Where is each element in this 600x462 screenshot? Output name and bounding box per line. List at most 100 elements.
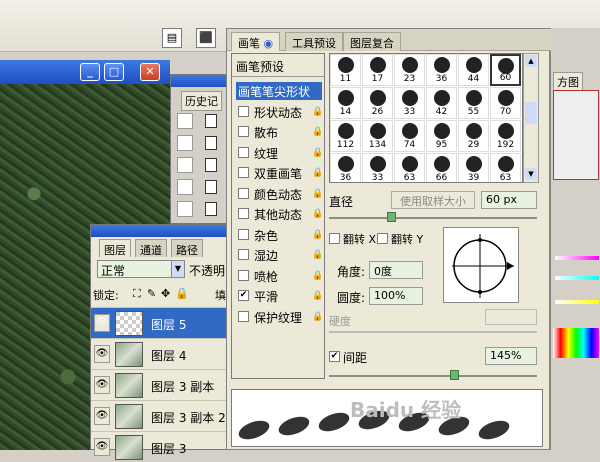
tab-brushes[interactable]: 画笔 ◉ (231, 32, 281, 51)
color-slider[interactable] (555, 300, 599, 304)
layer-row[interactable]: 👁 图层 3 副本 2 (91, 400, 231, 431)
chevron-down-icon[interactable]: ▼ (171, 260, 185, 278)
lock-icon[interactable]: 🔒 (312, 208, 323, 220)
brush-tip-cell[interactable]: 36 (426, 54, 457, 86)
minimize-button[interactable]: _ (80, 63, 100, 81)
brush-option-item[interactable]: 双重画笔 🔒 (236, 164, 323, 182)
brush-tip-cell[interactable]: 39 (458, 153, 489, 182)
hardness-field[interactable] (485, 309, 537, 325)
tab-channels[interactable]: 通道 (135, 239, 167, 257)
lock-icon[interactable]: 🔒 (312, 126, 323, 138)
brush-tip-cell[interactable]: 112 (330, 120, 361, 152)
brush-option-checkbox[interactable]: ✔ (238, 290, 249, 301)
eye-icon[interactable]: 👁 (94, 345, 110, 363)
hardness-slider[interactable] (329, 331, 537, 333)
brush-tip-cell[interactable]: 63 (394, 153, 425, 182)
color-slider[interactable] (555, 276, 599, 280)
angle-roundness-preview[interactable] (443, 227, 519, 303)
brush-option-checkbox[interactable] (238, 208, 249, 219)
brush-tip-cell[interactable]: 23 (394, 54, 425, 86)
brush-option-item[interactable]: 湿边 🔒 (236, 246, 323, 264)
history-snapshot-checkbox[interactable] (177, 113, 193, 129)
brush-grid-scrollbar[interactable]: ▲ ▼ (523, 53, 539, 183)
layers-title-bar[interactable] (91, 225, 231, 237)
history-title-bar[interactable] (171, 75, 231, 87)
flip-x-checkbox[interactable] (329, 233, 340, 244)
history-row[interactable] (175, 199, 227, 219)
history-row[interactable] (175, 155, 227, 175)
layer-row[interactable]: 👁 图层 3 (91, 431, 231, 462)
brush-tip-cell[interactable]: 55 (458, 87, 489, 119)
lock-icon[interactable]: 🔒 (312, 270, 323, 282)
brush-option-item[interactable]: 形状动态 🔒 (236, 103, 323, 121)
brush-option-item[interactable]: ✔ 平滑 🔒 (236, 287, 323, 305)
lock-pixels-icon[interactable]: ✎ (147, 287, 156, 300)
brush-option-checkbox[interactable] (238, 187, 249, 199)
spacing-slider[interactable] (329, 375, 537, 377)
document-title-bar[interactable]: _ □ ✕ (0, 60, 170, 84)
brush-option-checkbox[interactable] (238, 167, 249, 178)
brush-option-item[interactable]: 保护纹理 🔒 (236, 308, 323, 326)
lock-icon[interactable]: 🔒 (312, 249, 323, 261)
brush-tip-cell[interactable]: 44 (458, 54, 489, 86)
brush-tip-cell[interactable]: 33 (362, 153, 393, 182)
lock-icon[interactable]: 🔒 (312, 188, 323, 200)
brush-option-item[interactable]: 颜色动态 🔒 (236, 185, 323, 203)
eye-icon[interactable]: 👁 (94, 407, 110, 425)
history-row[interactable] (175, 177, 227, 197)
history-row[interactable] (175, 111, 227, 131)
brush-option-checkbox[interactable] (238, 105, 249, 117)
maximize-button[interactable]: □ (104, 63, 124, 81)
flip-y-checkbox[interactable] (377, 233, 388, 244)
scroll-thumb[interactable] (525, 102, 537, 124)
layer-row[interactable]: 👁 图层 4 (91, 338, 231, 369)
spacing-checkbox[interactable]: ✔ (329, 351, 340, 362)
brush-option-checkbox[interactable] (238, 310, 249, 322)
brush-tip-cell[interactable]: 74 (394, 120, 425, 152)
lock-icon[interactable]: 🔒 (312, 167, 323, 179)
brush-tip-cell[interactable]: 36 (330, 153, 361, 182)
tab-histogram[interactable]: 方图 (553, 72, 583, 92)
brush-tip-cell[interactable]: 26 (362, 87, 393, 119)
brush-tip-cell[interactable]: 95 (426, 120, 457, 152)
history-row[interactable] (175, 133, 227, 153)
angle-field[interactable]: 0度 (369, 261, 423, 279)
brush-tip-cell[interactable]: 66 (426, 153, 457, 182)
brush-tip-cell[interactable]: 63 (490, 153, 521, 182)
lock-icon[interactable]: 🔒 (312, 106, 323, 118)
brush-tip-cell[interactable]: 192 (490, 120, 521, 152)
lock-transparency-icon[interactable]: ⛶ (133, 287, 141, 301)
palette-well-icon[interactable]: ▤ (162, 28, 182, 48)
tab-tool-presets[interactable]: 工具预设 (285, 32, 343, 51)
brush-option-item[interactable]: 其他动态 🔒 (236, 205, 323, 223)
brush-option-checkbox[interactable] (238, 269, 249, 281)
eye-icon[interactable]: 👁 (94, 314, 110, 332)
brush-tip-cell[interactable]: 70 (490, 87, 521, 119)
roundness-field[interactable]: 100% (369, 287, 423, 305)
brush-tip-cell[interactable]: 29 (458, 120, 489, 152)
close-button[interactable]: ✕ (140, 63, 160, 81)
diameter-slider[interactable] (329, 217, 537, 219)
tab-layers[interactable]: 图层 (99, 239, 131, 257)
blend-mode-select[interactable]: 正常 (97, 260, 173, 278)
lock-icon[interactable]: 🔒 (312, 147, 323, 159)
brush-tip-cell[interactable]: 17 (362, 54, 393, 86)
color-slider[interactable] (555, 256, 599, 260)
color-ramp[interactable] (553, 328, 599, 358)
tab-layer-comps[interactable]: 图层复合 (343, 32, 401, 51)
brush-option-checkbox[interactable] (238, 146, 249, 158)
spacing-slider-thumb[interactable] (449, 370, 459, 380)
brush-tip-cell[interactable]: 11 (330, 54, 361, 86)
history-snapshot-checkbox[interactable] (177, 179, 193, 195)
brush-tip-cell[interactable]: 60 (490, 54, 521, 86)
use-sample-size-button[interactable]: 使用取样大小 (391, 191, 475, 209)
brush-option-checkbox[interactable] (238, 228, 249, 240)
brush-tip-cell[interactable]: 14 (330, 87, 361, 119)
brush-option-item[interactable]: 画笔笔尖形状 (236, 82, 322, 100)
diameter-field[interactable]: 60 px (481, 191, 537, 209)
diameter-slider-thumb[interactable] (387, 212, 397, 222)
history-snapshot-checkbox[interactable] (177, 135, 193, 151)
brush-tip-cell[interactable]: 42 (426, 87, 457, 119)
lock-icon[interactable]: 🔒 (312, 311, 323, 323)
brush-tip-cell[interactable]: 134 (362, 120, 393, 152)
